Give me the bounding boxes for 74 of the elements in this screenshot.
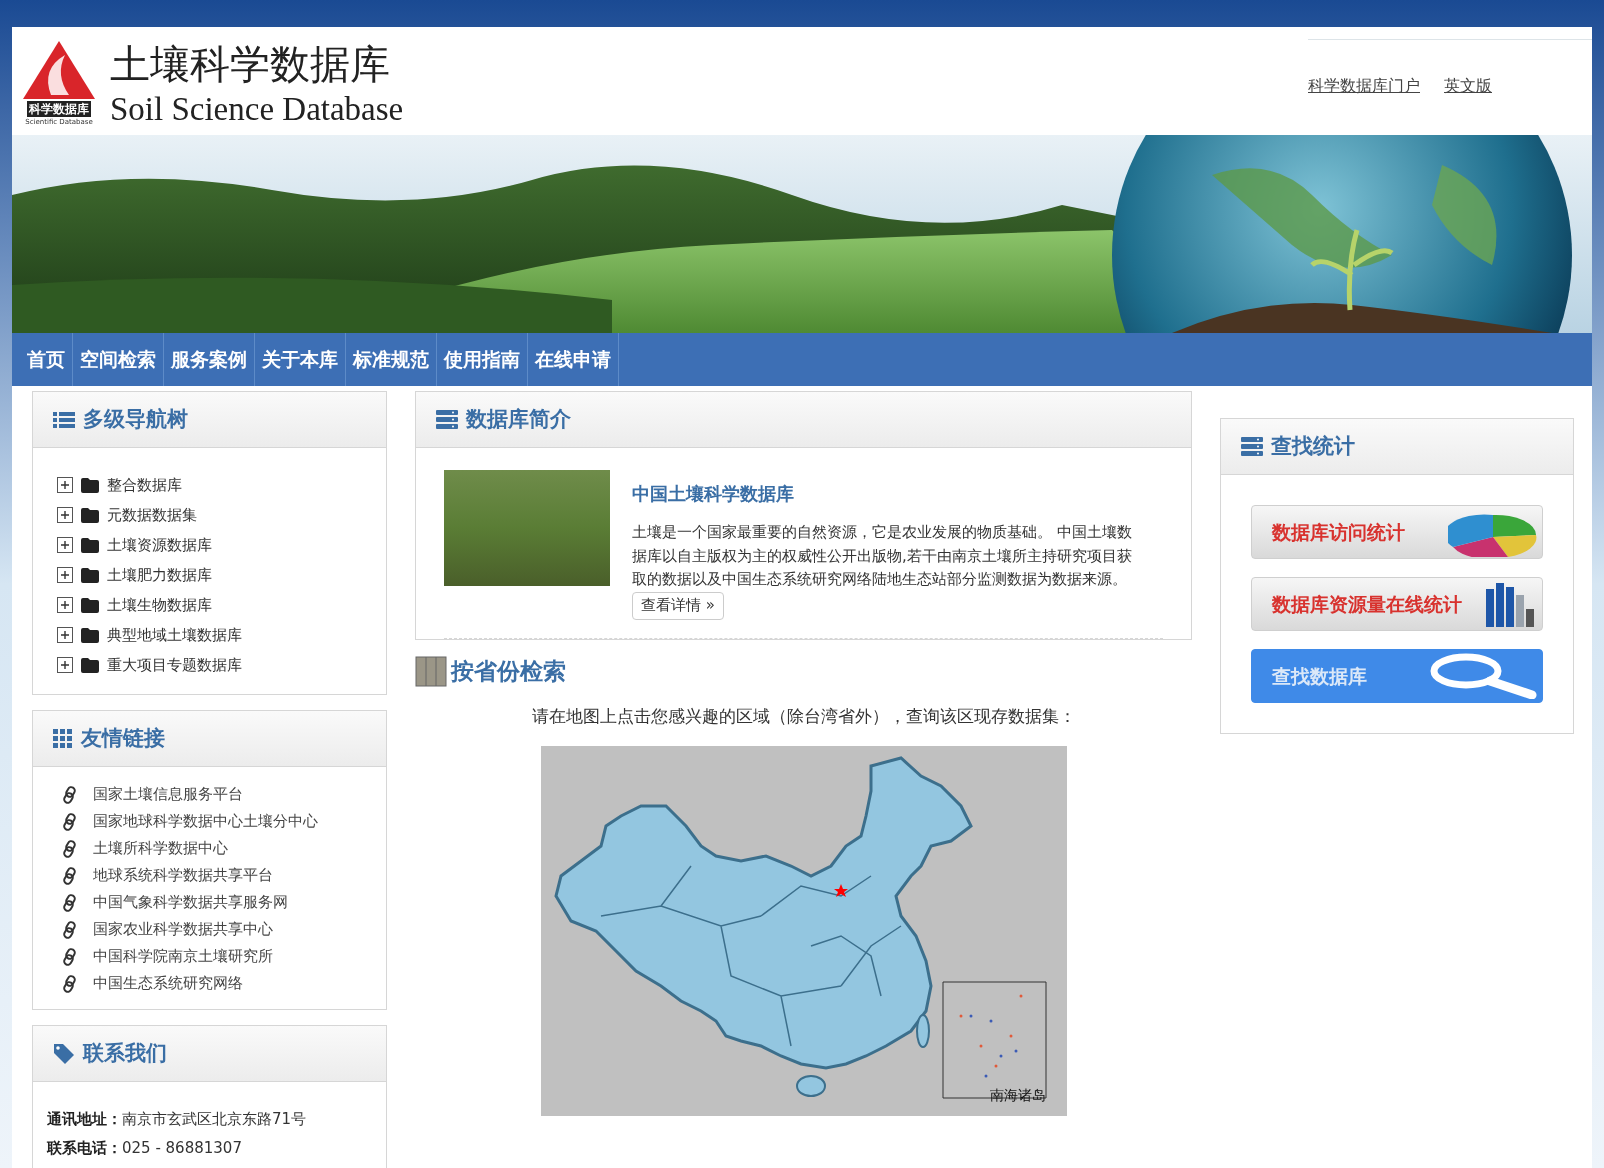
friend-link[interactable]: 中国气象科学数据共享服务网: [93, 891, 288, 914]
folder-icon: [81, 657, 99, 673]
list-icon: [53, 410, 75, 429]
friend-link[interactable]: 土壤所科学数据中心: [93, 837, 228, 860]
stat-link-button[interactable]: 数据库资源量在线统计: [1251, 577, 1543, 631]
link-icon: [61, 974, 79, 993]
map-label: 南海诸岛: [989, 1085, 1046, 1105]
contact-label: 通讯地址：: [47, 1109, 122, 1130]
tree-item[interactable]: 典型地域土壤数据库: [107, 623, 242, 647]
section-title: 按省份检索: [451, 656, 566, 686]
server-icon: [436, 409, 458, 430]
nav-item[interactable]: 关于本库: [255, 333, 346, 386]
nav-item[interactable]: 首页: [20, 333, 73, 386]
folder-icon: [81, 567, 99, 583]
folder-icon: [81, 597, 99, 613]
cabinet-icon: [415, 654, 447, 687]
folder-icon: [81, 537, 99, 553]
tree-item[interactable]: 重大项目专题数据库: [107, 653, 242, 677]
link-icon: [61, 839, 79, 858]
site-subtitle: Soil Science Database: [110, 90, 404, 129]
logo-badge: 科学数据库: [27, 101, 91, 117]
link-icon: [61, 785, 79, 804]
contact-value: 南京市玄武区北京东路71号: [122, 1109, 307, 1130]
map-instruction: 请在地图上点击您感兴趣的区域（除台湾省外），查询该区现存数据集：: [530, 705, 1077, 728]
plus-box-icon[interactable]: [57, 627, 73, 643]
panel-title: 联系我们: [83, 1039, 167, 1067]
friend-link[interactable]: 中国生态系统研究网络: [93, 972, 243, 995]
link-icon: [61, 893, 79, 912]
panel-title: 友情链接: [81, 724, 165, 752]
tree-item[interactable]: 整合数据库: [107, 473, 182, 497]
nav-item[interactable]: 在线申请: [528, 333, 619, 386]
friend-link[interactable]: 国家农业科学数据共享中心: [93, 918, 273, 941]
tree-item[interactable]: 土壤资源数据库: [107, 533, 212, 557]
folder-icon: [81, 477, 99, 493]
header-link[interactable]: 英文版: [1444, 74, 1492, 98]
tree-item[interactable]: 元数据数据集: [107, 503, 197, 527]
plus-box-icon[interactable]: [57, 597, 73, 613]
tag-icon: [53, 1042, 75, 1065]
friend-link[interactable]: 国家地球科学数据中心土壤分中心: [93, 810, 318, 833]
folder-icon: [81, 627, 99, 643]
header-link[interactable]: 科学数据库门户: [1308, 74, 1420, 98]
stat-link-button[interactable]: 数据库访问统计: [1251, 505, 1543, 559]
details-button[interactable]: 查看详情 »: [632, 591, 724, 620]
nav-item[interactable]: 空间检索: [73, 333, 164, 386]
contact-value: 025 - 86881307: [122, 1137, 242, 1159]
link-icon: [61, 920, 79, 939]
friend-link[interactable]: 地球系统科学数据共享平台: [93, 864, 273, 887]
panel-title: 查找统计: [1271, 432, 1355, 460]
link-icon: [61, 947, 79, 966]
nav-item[interactable]: 服务案例: [164, 333, 255, 386]
plus-box-icon[interactable]: [57, 567, 73, 583]
grid-icon: [53, 728, 73, 749]
panel-title: 数据库简介: [466, 405, 571, 433]
link-icon: [61, 812, 79, 831]
plus-box-icon[interactable]: [57, 537, 73, 553]
intro-text: 土壤是一个国家最重要的自然资源，它是农业发展的物质基础。 中国土壤数据库以自主版权为主的权威性公开出版物,若干由南京土壤所主持研究项目获取的数据以及中国生态系统研究网络陆地生态站部分监测数据为数据来源。: [632, 522, 1132, 590]
tree-item[interactable]: 土壤生物数据库: [107, 593, 212, 617]
plus-box-icon[interactable]: [57, 507, 73, 523]
tree-item[interactable]: 土壤肥力数据库: [107, 563, 212, 587]
folder-icon: [81, 507, 99, 523]
panel-title: 多级导航树: [83, 405, 188, 433]
plus-box-icon[interactable]: [57, 657, 73, 673]
nav-item[interactable]: 使用指南: [437, 333, 528, 386]
plus-box-icon[interactable]: [57, 477, 73, 493]
friend-link[interactable]: 国家土壤信息服务平台: [93, 783, 243, 806]
intro-heading[interactable]: 中国土壤科学数据库: [632, 480, 1132, 507]
server-icon: [1241, 436, 1263, 457]
nav-item[interactable]: 标准规范: [346, 333, 437, 386]
friend-link[interactable]: 中国科学院南京土壤研究所: [93, 945, 273, 968]
link-icon: [61, 866, 79, 885]
search-icon: [1428, 653, 1538, 699]
site-title: 土壤科学数据库: [110, 40, 391, 89]
contact-label: 联系电话：: [47, 1137, 122, 1159]
logo-icon: [21, 39, 97, 101]
